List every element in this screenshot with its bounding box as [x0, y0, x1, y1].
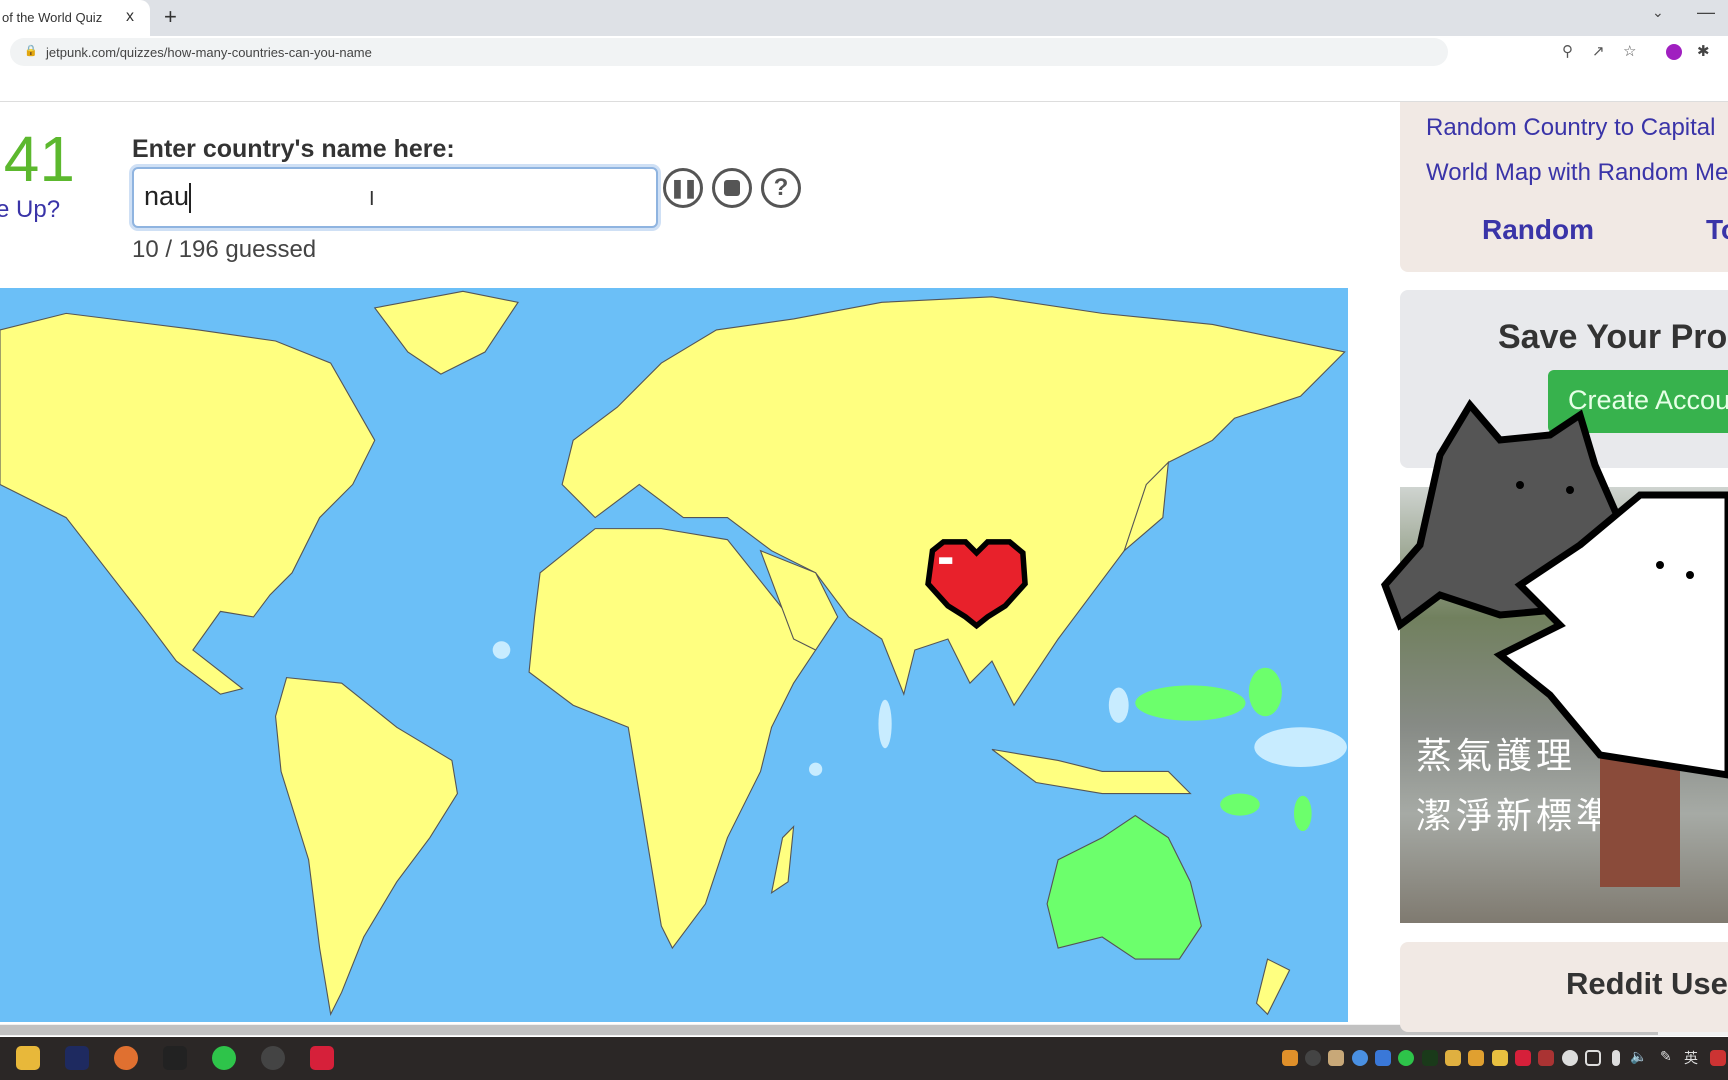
profile-icon[interactable]	[1666, 44, 1682, 60]
extensions-icon[interactable]: ✱	[1697, 42, 1710, 60]
input-value: nau	[144, 181, 190, 211]
tray-icon[interactable]	[1710, 1050, 1726, 1066]
top-link[interactable]: To	[1706, 214, 1728, 246]
qq-icon[interactable]	[163, 1046, 187, 1070]
cat-sticker	[1380, 399, 1728, 779]
tray-wechat-icon[interactable]	[1398, 1050, 1414, 1066]
stop-icon	[724, 180, 740, 196]
island-region	[809, 762, 823, 776]
save-progress-title: Save Your Pro	[1498, 318, 1728, 356]
zoom-icon[interactable]: ⚲	[1562, 42, 1573, 60]
give-up-link[interactable]: e Up?	[0, 196, 60, 224]
tray-chrome-icon[interactable]	[1352, 1050, 1368, 1066]
world-map	[0, 288, 1348, 1022]
tray-icon[interactable]	[1445, 1050, 1461, 1066]
tray-nvidia-icon[interactable]	[1422, 1050, 1438, 1066]
ad-subline: 潔淨新標準	[1416, 795, 1617, 836]
indian-ocean-region	[878, 699, 892, 749]
related-link[interactable]: World Map with Random Me	[1426, 159, 1728, 187]
netease-music-icon[interactable]	[310, 1046, 334, 1070]
tray-icon[interactable]	[1375, 1050, 1391, 1066]
address-bar[interactable]: jetpunk.com/quizzes/how-many-countries-c…	[10, 38, 1448, 66]
tab-strip	[0, 0, 1728, 36]
help-icon: ?	[773, 174, 789, 201]
text-caret	[189, 182, 192, 213]
pause-button[interactable]: ❚❚	[663, 168, 703, 208]
tab-title: of the World Quiz	[2, 10, 103, 25]
guessed-pacific-region	[1248, 667, 1282, 717]
tray-obs-icon[interactable]	[1305, 1050, 1321, 1066]
file-explorer-icon[interactable]	[16, 1046, 40, 1070]
star-icon[interactable]: ☆	[1623, 42, 1636, 60]
new-tab-button[interactable]: +	[164, 4, 177, 30]
help-button[interactable]: ?	[761, 168, 801, 208]
share-icon[interactable]: ↗	[1592, 42, 1605, 60]
pacific-region	[1254, 727, 1347, 768]
stop-button[interactable]	[712, 168, 752, 208]
pause-icon: ❚❚	[669, 177, 698, 198]
network-icon[interactable]	[1585, 1050, 1601, 1066]
tray-icon[interactable]	[1468, 1050, 1484, 1066]
minimize-button[interactable]: —	[1697, 2, 1715, 23]
tray-icon[interactable]	[1282, 1050, 1298, 1066]
obs-icon[interactable]	[261, 1046, 285, 1070]
app-icon[interactable]	[65, 1046, 89, 1070]
random-link[interactable]: Random	[1482, 214, 1594, 246]
tray-power-icon[interactable]	[1562, 1050, 1578, 1066]
guessed-pacific-region	[1220, 793, 1260, 816]
guessed-pacific-region	[1293, 795, 1312, 832]
ime-indicator[interactable]: 英	[1684, 1048, 1698, 1068]
pacific-region	[1108, 687, 1129, 723]
text-cursor-icon: I	[369, 188, 375, 210]
lock-icon[interactable]: 🔒	[24, 44, 38, 57]
url-text: jetpunk.com/quizzes/how-many-countries-c…	[46, 45, 372, 60]
guessed-pacific-region	[1135, 685, 1246, 721]
volume-icon[interactable]: 🔈	[1630, 1048, 1647, 1065]
related-link[interactable]: Random Country to Capital	[1426, 114, 1715, 142]
island-region	[492, 641, 511, 659]
guessed-count: 10 / 196 guessed	[132, 236, 317, 263]
tab-close-button[interactable]: x	[126, 8, 134, 26]
timer: :41	[0, 123, 75, 195]
tray-icon[interactable]	[1492, 1050, 1508, 1066]
tray-icon[interactable]	[1328, 1050, 1344, 1066]
microphone-icon[interactable]	[1612, 1050, 1620, 1066]
wechat-icon[interactable]	[212, 1046, 236, 1070]
tray-qq-icon[interactable]	[1538, 1050, 1554, 1066]
input-label: Enter country's name here:	[132, 135, 455, 163]
app-icon[interactable]	[114, 1046, 138, 1070]
pen-icon[interactable]: ✎	[1660, 1048, 1672, 1065]
tray-netease-icon[interactable]	[1515, 1050, 1531, 1066]
heart-highlight	[939, 557, 953, 564]
country-input[interactable]: nau	[132, 167, 658, 228]
reddit-title: Reddit Use	[1566, 966, 1728, 1001]
tab-search-chevron-icon[interactable]: ⌄	[1652, 4, 1664, 21]
